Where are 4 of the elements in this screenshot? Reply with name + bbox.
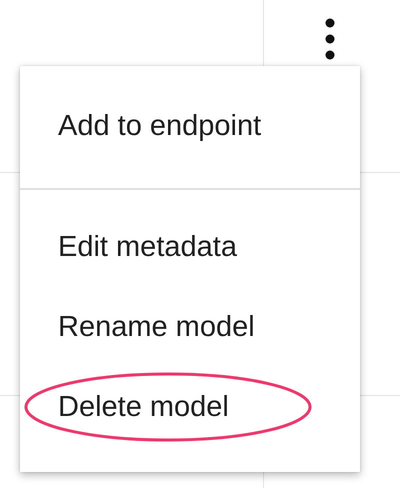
menu-item[interactable]: Delete model <box>20 367 360 447</box>
menu-item[interactable]: Add to endpoint <box>20 86 360 166</box>
menu-item[interactable]: Edit metadata <box>20 207 360 287</box>
menu-item[interactable]: Rename model <box>20 287 360 367</box>
